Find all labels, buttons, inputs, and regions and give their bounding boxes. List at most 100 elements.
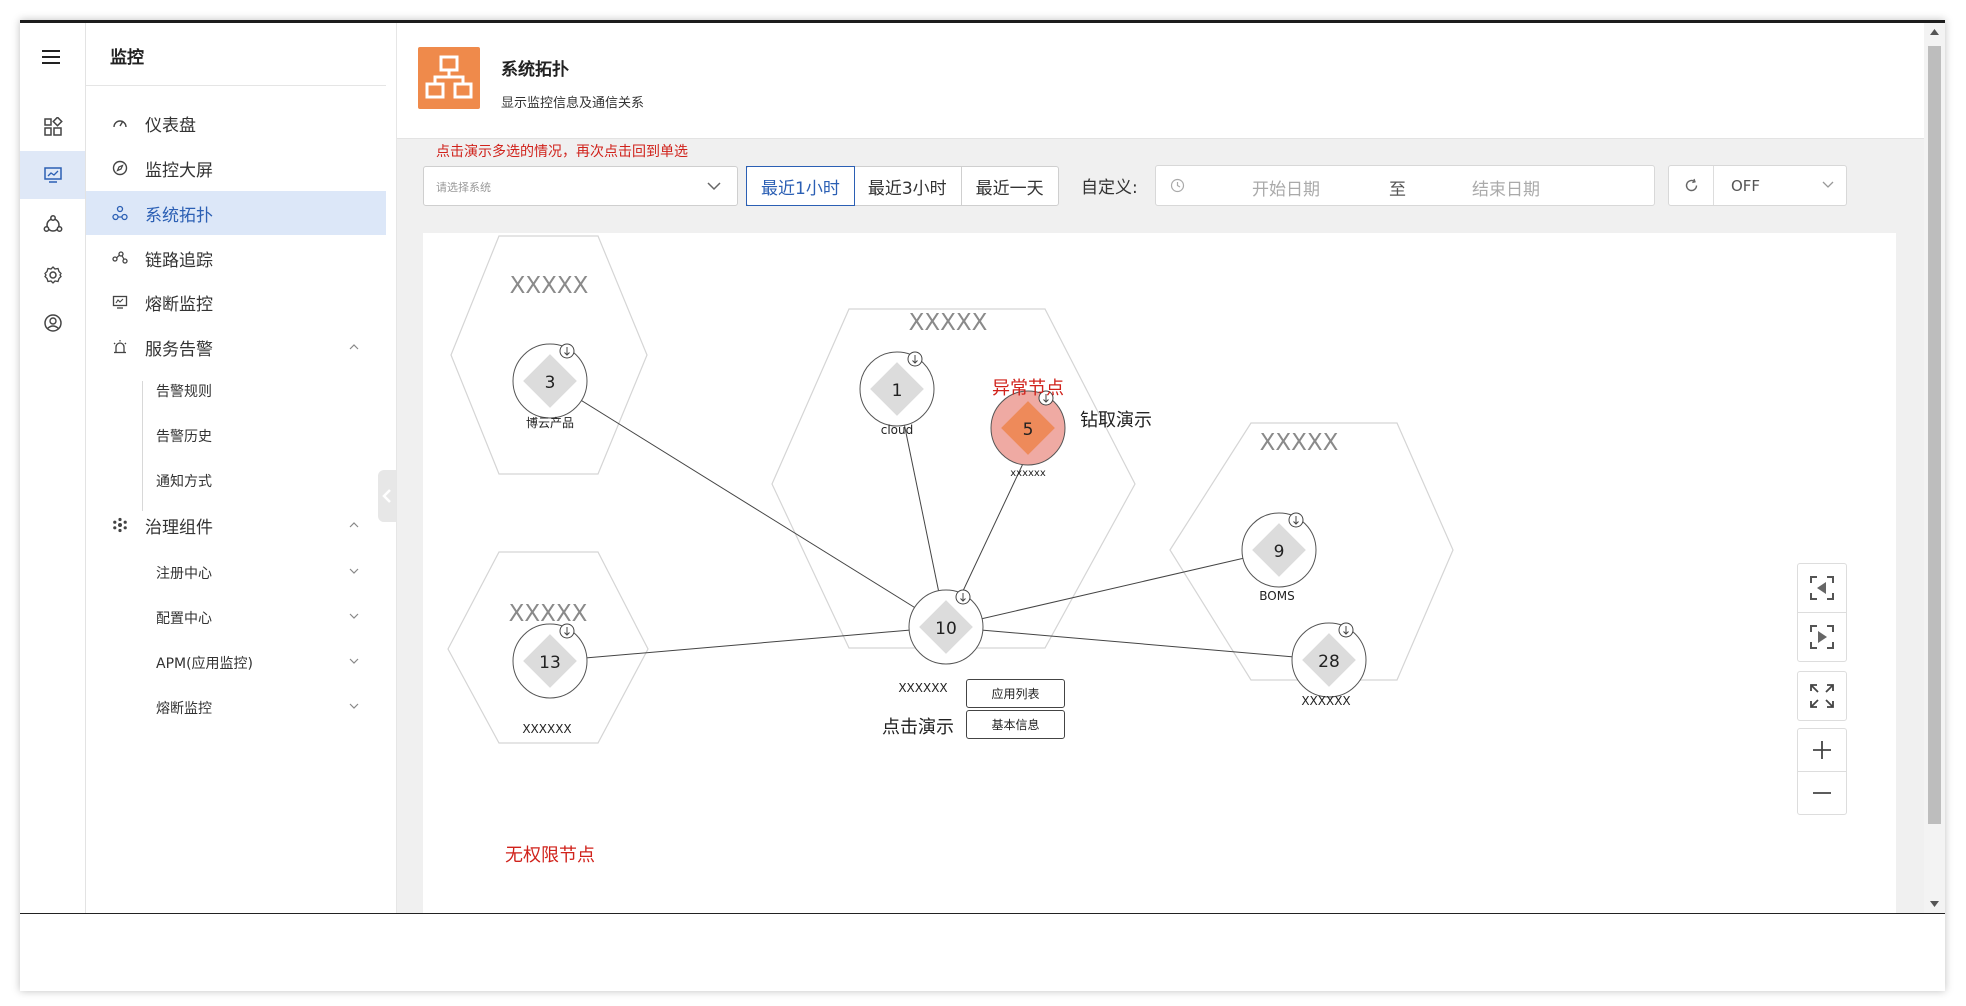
time-btn-1h[interactable]: 最近1小时 xyxy=(746,166,855,206)
submenu-registry[interactable]: 注册中心 xyxy=(156,563,212,583)
sidebar-item-label: 仪表盘 xyxy=(145,115,196,136)
custom-range-label: 自定义: xyxy=(1081,178,1138,198)
topology-edge xyxy=(945,549,1280,628)
chevron-down-icon[interactable] xyxy=(348,700,360,712)
zoom-out-icon[interactable] xyxy=(1797,771,1847,815)
chevron-down-icon[interactable] xyxy=(348,565,360,577)
node-value: 5 xyxy=(1023,420,1034,440)
topology-node[interactable]: 9 BOMS xyxy=(1241,512,1317,603)
page-title: 系统拓扑 xyxy=(501,60,569,80)
submenu-alert-history[interactable]: 告警历史 xyxy=(156,426,212,446)
gear-icon[interactable] xyxy=(20,251,85,299)
chevron-down-icon[interactable] xyxy=(348,610,360,622)
sidebar-item-dashboard[interactable]: 仪表盘 xyxy=(86,101,386,145)
group-label: XXXXX xyxy=(510,273,589,299)
sidebar-item-big-screen[interactable]: 监控大屏 xyxy=(86,146,386,190)
sidebar-title: 监控 xyxy=(110,48,144,68)
topology-node[interactable]: 13 XXXXXX xyxy=(512,623,588,736)
divider xyxy=(86,85,386,86)
date-range-picker[interactable]: 开始日期 至 结束日期 xyxy=(1155,165,1655,206)
page-header xyxy=(397,23,1924,139)
refresh-interval-value: OFF xyxy=(1731,177,1761,195)
screen-monitor-icon[interactable] xyxy=(20,151,85,199)
app-list-button[interactable]: 应用列表 xyxy=(966,679,1065,708)
scroll-up-icon[interactable] xyxy=(1930,29,1939,35)
end-date-input[interactable]: 结束日期 xyxy=(1472,175,1540,200)
scroll-down-icon[interactable] xyxy=(1930,901,1939,907)
scrollbar-thumb[interactable] xyxy=(1928,46,1941,824)
topology-edge xyxy=(945,626,1330,661)
monitor-icon xyxy=(111,293,129,311)
sidebar-item-label: 链路追踪 xyxy=(145,250,213,271)
topology-icon[interactable] xyxy=(20,201,85,249)
submenu-config-center[interactable]: 配置中心 xyxy=(156,608,212,628)
drill-demo-annotation: 钻取演示 xyxy=(1080,410,1152,431)
alarm-icon xyxy=(111,338,129,356)
group-label: XXXXX xyxy=(909,310,988,336)
gauge-icon xyxy=(111,114,129,132)
sidebar-item-service-alert[interactable]: 服务告警 xyxy=(86,325,386,369)
system-select[interactable]: 请选择系统 xyxy=(423,166,738,206)
topology-node[interactable]: 3 博云产品 xyxy=(512,343,588,430)
submenu-apm[interactable]: APM(应用监控) xyxy=(156,653,253,673)
submenu-alert-rules[interactable]: 告警规则 xyxy=(156,381,212,401)
sidebar-item-trace[interactable]: 链路追踪 xyxy=(86,236,386,280)
time-range-group: 最近1小时 最近3小时 最近一天 xyxy=(746,166,1059,206)
fullscreen-icon[interactable] xyxy=(1797,671,1847,721)
no-permission-annotation: 无权限节点 xyxy=(505,845,595,866)
auto-refresh-control[interactable]: OFF xyxy=(1668,165,1847,206)
node-value: 13 xyxy=(539,653,561,673)
topology-logo-icon xyxy=(418,47,480,109)
time-btn-3h[interactable]: 最近3小时 xyxy=(854,167,962,205)
topology-node[interactable]: 28 XXXXXX xyxy=(1291,622,1367,708)
submenu-notify-method[interactable]: 通知方式 xyxy=(156,471,212,491)
topology-node-abnormal[interactable]: 5 xxxxxx xyxy=(990,390,1066,479)
topology-edge xyxy=(549,626,947,662)
node-label: 博云产品 xyxy=(526,415,574,430)
time-btn-1d[interactable]: 最近一天 xyxy=(962,167,1058,205)
node-value: 10 xyxy=(935,619,957,639)
components-icon xyxy=(111,516,129,534)
topology-canvas[interactable]: XXXXX XXXXX XXXXX XXXXX 3 博云产品 1 cloud 5… xyxy=(423,233,1896,913)
refresh-icon[interactable] xyxy=(1669,166,1714,205)
chevron-up-icon[interactable] xyxy=(348,519,360,531)
group-label: XXXXX xyxy=(1260,430,1339,456)
menu-toggle-icon[interactable] xyxy=(42,50,60,64)
node-label: XXXXXX xyxy=(1301,694,1350,708)
sidebar: 监控 仪表盘 监控大屏 系统拓扑 链路追踪 熔断监控 服务告警 告警规则 告警历… xyxy=(86,23,397,913)
bottom-bar xyxy=(20,913,1945,989)
node-label: cloud xyxy=(881,423,914,437)
sidebar-collapse-handle[interactable] xyxy=(378,470,396,522)
compass-icon xyxy=(111,159,129,177)
page-subtitle: 显示监控信息及通信关系 xyxy=(501,96,645,111)
topology-node[interactable]: 1 cloud xyxy=(859,351,935,437)
dashboard-icon[interactable] xyxy=(20,103,85,151)
zoom-in-icon[interactable] xyxy=(1797,728,1847,772)
node-value: 9 xyxy=(1274,542,1285,562)
chevron-down-icon xyxy=(707,182,721,191)
clock-icon xyxy=(1170,178,1185,193)
node-value: 1 xyxy=(892,381,903,401)
sidebar-item-label: 监控大屏 xyxy=(145,160,213,181)
click-demo-annotation: 点击演示 xyxy=(882,717,954,738)
sidebar-item-label: 服务告警 xyxy=(145,339,213,360)
chevron-up-icon[interactable] xyxy=(348,341,360,353)
sidebar-item-label: 系统拓扑 xyxy=(145,205,213,226)
chevron-down-icon[interactable] xyxy=(348,655,360,667)
chevron-down-icon xyxy=(1822,181,1834,188)
node-value: 28 xyxy=(1318,652,1340,672)
node-label: XXXXXX xyxy=(522,722,571,736)
start-date-input[interactable]: 开始日期 xyxy=(1252,175,1320,200)
basic-info-button[interactable]: 基本信息 xyxy=(966,710,1065,739)
abnormal-node-annotation: 异常节点 xyxy=(992,378,1064,399)
expand-right-icon[interactable] xyxy=(1797,612,1847,662)
sidebar-item-governance[interactable]: 治理组件 xyxy=(86,503,386,547)
user-icon[interactable] xyxy=(20,299,85,347)
select-placeholder: 请选择系统 xyxy=(436,181,491,194)
range-separator: 至 xyxy=(1389,180,1406,200)
submenu-circuit[interactable]: 熔断监控 xyxy=(156,698,212,718)
sidebar-item-topology[interactable]: 系统拓扑 xyxy=(86,191,386,235)
collapse-left-icon[interactable] xyxy=(1797,563,1847,613)
sidebar-item-circuit-monitor[interactable]: 熔断监控 xyxy=(86,280,386,324)
demo-hint: 点击演示多选的情况，再次点击回到单选 xyxy=(436,144,688,160)
